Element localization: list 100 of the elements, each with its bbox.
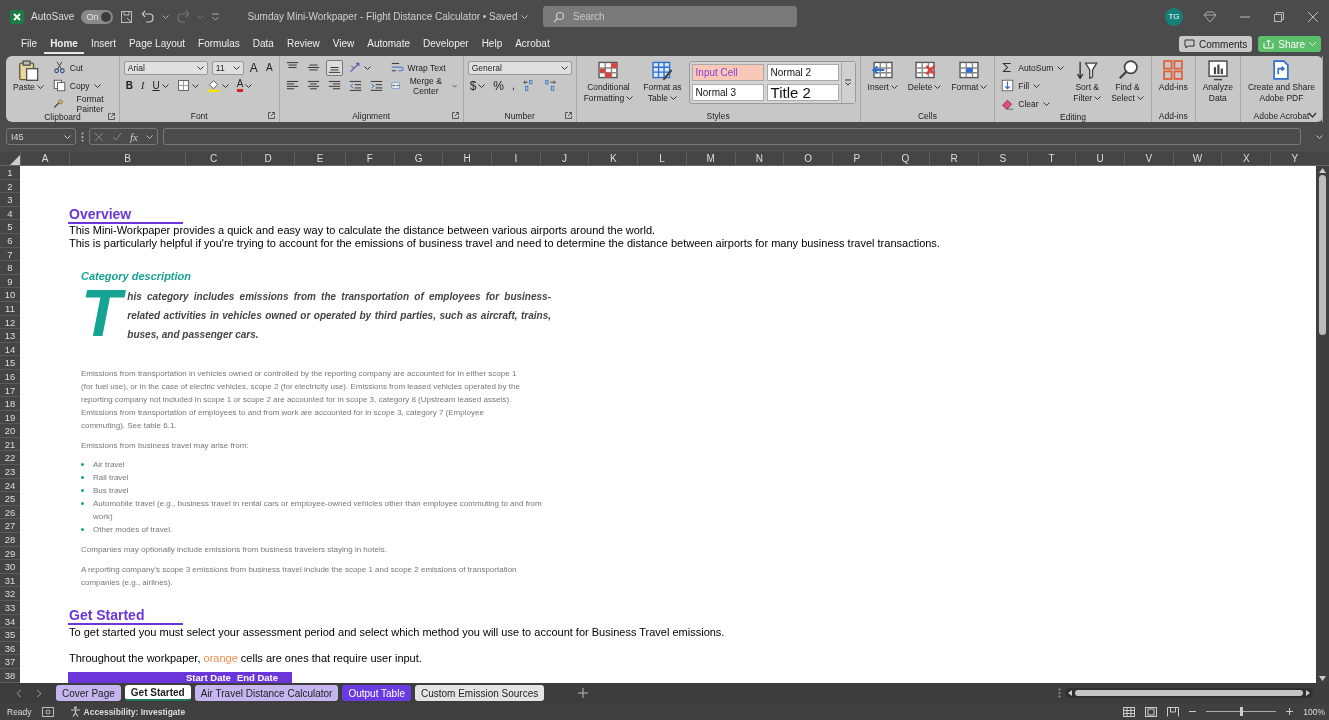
ribbon-button[interactable]: Add-ins: [1155, 58, 1191, 93]
diamond-icon[interactable]: [1203, 10, 1217, 23]
dropdown-field[interactable]: Arial: [123, 60, 208, 75]
decrease-font-size-button[interactable]: A: [263, 60, 275, 75]
ribbon-button[interactable]: Wrap Text: [388, 60, 448, 75]
column-header[interactable]: O: [783, 152, 832, 165]
column-header[interactable]: B: [69, 152, 185, 165]
column-header[interactable]: W: [1172, 152, 1222, 165]
number-format-button[interactable]: $: [467, 78, 488, 93]
column-header[interactable]: Y: [1270, 152, 1319, 165]
column-header[interactable]: T: [1026, 152, 1076, 165]
zoom-out-icon[interactable]: [1189, 708, 1197, 715]
horizontal-scrollbar[interactable]: [1065, 688, 1313, 698]
ribbon-icon-button[interactable]: [325, 59, 343, 76]
menu-tab[interactable]: Formulas: [192, 34, 246, 54]
dialog-launcher-icon[interactable]: [564, 112, 572, 119]
number-format-button[interactable]: ,: [510, 78, 517, 93]
scrollbar-thumb[interactable]: [1075, 690, 1303, 696]
column-header[interactable]: E: [294, 152, 345, 165]
previous-sheet-icon[interactable]: [16, 688, 22, 698]
scroll-up-icon[interactable]: [1319, 168, 1326, 173]
insert-function-button[interactable]: fx: [130, 130, 138, 143]
search-field[interactable]: Search: [543, 6, 797, 27]
accessibility-button[interactable]: Accessibility: Investigate: [63, 705, 192, 718]
ribbon-button[interactable]: Create and Share Adobe PDF: [1244, 58, 1318, 104]
font-color-button[interactable]: A: [234, 78, 255, 93]
italic-button[interactable]: I: [139, 78, 147, 93]
column-header[interactable]: A: [20, 152, 69, 165]
comments-button[interactable]: Comments: [1178, 36, 1253, 52]
increase-font-size-button[interactable]: A: [247, 60, 260, 75]
more-options-icon[interactable]: [81, 131, 84, 142]
restore-icon[interactable]: [1273, 10, 1285, 23]
zoom-in-icon[interactable]: [1286, 708, 1294, 715]
macro-record-icon[interactable]: [41, 706, 54, 717]
sheet-tab[interactable]: Air Travel Distance Calculator: [194, 685, 339, 701]
column-header[interactable]: S: [977, 152, 1027, 165]
ribbon-button[interactable]: Analyze Data: [1199, 58, 1236, 104]
gallery-more-button[interactable]: [840, 62, 855, 103]
column-header[interactable]: U: [1075, 152, 1124, 165]
column-header[interactable]: R: [929, 152, 978, 165]
sheet-tab[interactable]: Output Table: [342, 685, 411, 701]
menu-tab[interactable]: Data: [246, 34, 280, 54]
next-sheet-icon[interactable]: [36, 688, 42, 698]
formula-input[interactable]: [162, 128, 1301, 145]
close-icon[interactable]: [1307, 10, 1319, 23]
cancel-icon[interactable]: [94, 131, 104, 142]
ribbon-button[interactable]: Delete: [904, 58, 945, 93]
dialog-launcher-icon[interactable]: [451, 112, 459, 119]
menu-tab[interactable]: Review: [280, 34, 326, 54]
ribbon-button[interactable]: Format: [948, 58, 991, 93]
menu-tab[interactable]: Developer: [417, 34, 475, 54]
scroll-right-icon[interactable]: [1306, 690, 1310, 696]
ribbon-button[interactable]: Format as Table: [640, 58, 685, 104]
column-header[interactable]: J: [539, 152, 589, 165]
column-header[interactable]: L: [637, 152, 686, 165]
vertical-scrollbar[interactable]: [1316, 166, 1329, 683]
menu-tab[interactable]: View: [326, 34, 361, 54]
column-header[interactable]: H: [442, 152, 492, 165]
menu-tab[interactable]: File: [15, 34, 44, 54]
column-header[interactable]: V: [1124, 152, 1173, 165]
ribbon-button[interactable]: Paste: [10, 58, 47, 93]
column-header[interactable]: D: [241, 152, 294, 165]
column-header[interactable]: G: [393, 152, 443, 165]
column-header[interactable]: C: [185, 152, 241, 165]
collapse-ribbon-icon[interactable]: [1308, 112, 1317, 118]
dialog-launcher-icon[interactable]: [107, 113, 115, 120]
page-break-icon[interactable]: [1167, 706, 1180, 717]
checkmark-icon[interactable]: [112, 131, 122, 142]
ribbon-button[interactable]: Conditional Formatting: [580, 58, 637, 104]
ribbon-button[interactable]: Fill: [999, 78, 1043, 93]
ribbon-button[interactable]: Copy: [50, 78, 103, 93]
column-header[interactable]: P: [831, 152, 881, 165]
ribbon-button[interactable]: AutoSum: [999, 60, 1067, 75]
page-layout-icon[interactable]: [1145, 706, 1158, 717]
ribbon-button[interactable]: Find & Select: [1108, 58, 1147, 104]
zoom-level[interactable]: 100%: [1303, 706, 1325, 717]
user-avatar[interactable]: TG: [1165, 7, 1183, 26]
ribbon-button[interactable]: Sort & Filter: [1070, 58, 1105, 104]
ribbon-button[interactable]: Format Painter: [50, 96, 115, 111]
undo-icon[interactable]: [141, 9, 156, 24]
ribbon-button[interactable]: Merge & Center: [388, 78, 459, 93]
bold-button[interactable]: B: [123, 78, 136, 93]
more-options-icon[interactable]: [1058, 688, 1061, 698]
cell-style-option[interactable]: Normal 3: [691, 84, 764, 101]
column-header[interactable]: F: [345, 152, 394, 165]
column-header[interactable]: I: [491, 152, 540, 165]
menu-tab[interactable]: Help: [475, 34, 509, 54]
add-sheet-icon[interactable]: [578, 688, 589, 698]
name-box[interactable]: I45: [6, 128, 76, 145]
sheet-tab[interactable]: Get Started: [124, 685, 191, 701]
menu-tab[interactable]: Home: [44, 34, 84, 54]
sheet-tab[interactable]: Cover Page: [56, 685, 121, 701]
column-header[interactable]: Q: [880, 152, 930, 165]
scroll-down-icon[interactable]: [1319, 676, 1326, 681]
column-header[interactable]: N: [734, 152, 784, 165]
slider-thumb[interactable]: [1240, 707, 1244, 716]
underline-button[interactable]: U: [150, 78, 171, 93]
cell-style-option[interactable]: Title 2: [766, 84, 839, 101]
save-icon[interactable]: [120, 9, 135, 24]
column-header[interactable]: K: [588, 152, 638, 165]
